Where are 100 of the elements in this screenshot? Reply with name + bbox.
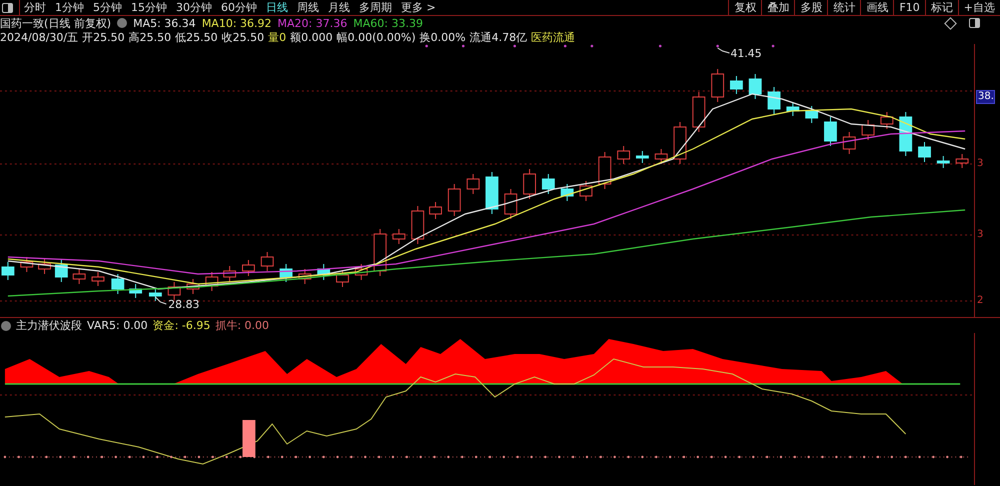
- axis-label: 3: [977, 158, 984, 170]
- toolbar-button[interactable]: +自选: [958, 0, 1000, 15]
- quote-value: 开25.50: [82, 30, 125, 44]
- axis-label: 3: [977, 229, 984, 241]
- dropdown-icon[interactable]: [117, 18, 128, 28]
- candlestick: [711, 68, 724, 102]
- toolbar-button[interactable]: 标记: [924, 0, 958, 15]
- period-tab[interactable]: 周线: [297, 0, 319, 15]
- candlestick: [429, 202, 442, 220]
- period-tab[interactable]: 15分钟: [131, 0, 167, 15]
- candlestick: [242, 260, 255, 276]
- candlestick: [880, 112, 894, 130]
- toolbar-button[interactable]: 叠加: [761, 0, 794, 15]
- ma-value: MA20: 37.36: [278, 16, 348, 30]
- candlestick: [805, 106, 818, 124]
- candlestick: [148, 288, 162, 302]
- candlestick: [523, 168, 536, 200]
- quote-value: 幅0.00(0.00%): [336, 30, 416, 44]
- candlestick: [20, 256, 34, 272]
- candlestick: [598, 152, 612, 190]
- quote-value: 额0.000: [290, 30, 333, 44]
- candlestick: [354, 264, 368, 280]
- toolbar-button[interactable]: 画线: [860, 0, 894, 15]
- candlestick: [748, 74, 762, 100]
- leader-line: [717, 48, 730, 54]
- candlestick: [636, 150, 649, 164]
- period-tab[interactable]: 5分钟: [93, 0, 122, 15]
- quote-value: 量0: [268, 30, 286, 44]
- period-tab[interactable]: 分时: [24, 0, 46, 15]
- period-tab[interactable]: 日线: [266, 0, 288, 15]
- candlestick: [374, 228, 387, 276]
- period-tab[interactable]: 60分钟: [221, 0, 257, 15]
- candlestick: [936, 156, 950, 168]
- candlestick: [504, 188, 518, 220]
- quote-value: 高25.50: [128, 30, 172, 44]
- toolbar-button[interactable]: F10: [893, 0, 925, 15]
- dropdown-icon[interactable]: [1, 320, 11, 330]
- quote-value: 流通4.78亿: [470, 30, 528, 44]
- axis-label: 2: [977, 295, 984, 307]
- high-price-label: 41.45: [730, 46, 762, 60]
- quote-value: 2024/08/30/五: [0, 30, 78, 44]
- quote-value: 低25.50: [175, 30, 218, 44]
- candlestick: [580, 180, 592, 202]
- candlestick: [862, 120, 875, 140]
- candlestick: [111, 274, 124, 294]
- candlestick: [168, 282, 181, 300]
- indicator-value: 抓牛: 0.00: [215, 318, 270, 333]
- candlestick: [1, 262, 14, 280]
- axis-label: 38.: [976, 90, 995, 104]
- candlestick: [768, 86, 780, 114]
- candlestick: [824, 116, 837, 146]
- candlestick: [186, 278, 200, 294]
- candlestick: [486, 172, 498, 214]
- candlestick: [466, 174, 480, 194]
- toolbar-button[interactable]: 统计: [827, 0, 860, 15]
- candlestick: [280, 264, 292, 282]
- candlestick: [336, 270, 349, 288]
- candlestick: [692, 92, 706, 132]
- toolbar-button[interactable]: 复权: [728, 0, 762, 15]
- candlestick: [654, 148, 668, 164]
- candlestick: [38, 258, 51, 274]
- candlestick: [298, 268, 312, 284]
- candlestick: [411, 206, 424, 244]
- candlestick: [317, 264, 330, 280]
- candlestick: [448, 184, 461, 216]
- candlestick: [918, 142, 931, 162]
- candlestick: [786, 102, 800, 116]
- candlestick: [92, 272, 104, 286]
- period-tab[interactable]: 1分钟: [55, 0, 84, 15]
- period-tab[interactable]: 月线: [328, 0, 350, 15]
- toolbar-button[interactable]: 多股: [794, 0, 828, 15]
- ma-value: MA60: 33.39: [353, 16, 423, 30]
- candlestick: [54, 260, 68, 282]
- low-price-label: 28.83: [168, 298, 200, 312]
- leader-line: [154, 296, 167, 304]
- stock-title: 国药一致(日线 前复权): [0, 16, 112, 30]
- candlestick: [617, 146, 630, 164]
- candlestick: [956, 154, 969, 168]
- ma-value: MA10: 36.92: [202, 16, 272, 30]
- indicator-value: VAR5: 0.00: [87, 319, 148, 332]
- candlestick: [205, 272, 218, 292]
- candlestick: [899, 112, 912, 156]
- panel-toggle-icon[interactable]: [2, 2, 13, 12]
- quote-value: 收25.50: [222, 30, 264, 44]
- candlestick: [542, 174, 555, 194]
- period-tab[interactable]: 30分钟: [176, 0, 212, 15]
- candlestick: [223, 266, 236, 282]
- indicator-value: 资金: -6.95: [152, 318, 210, 333]
- candlestick: [72, 268, 86, 284]
- panel-toggle-icon[interactable]: [969, 18, 980, 28]
- ma-value: MA5: 36.34: [133, 16, 196, 30]
- candlestick: [730, 76, 743, 94]
- more-menu-button[interactable]: 更多 >: [401, 0, 436, 15]
- indicator-name: 主力潜伏波段: [16, 318, 82, 333]
- quote-value: 医药流通: [531, 30, 576, 44]
- period-tab[interactable]: 多周期: [359, 0, 392, 15]
- signal-bar: [242, 420, 256, 457]
- candlestick: [560, 184, 574, 202]
- candlestick: [260, 252, 274, 272]
- candlestick: [392, 228, 406, 244]
